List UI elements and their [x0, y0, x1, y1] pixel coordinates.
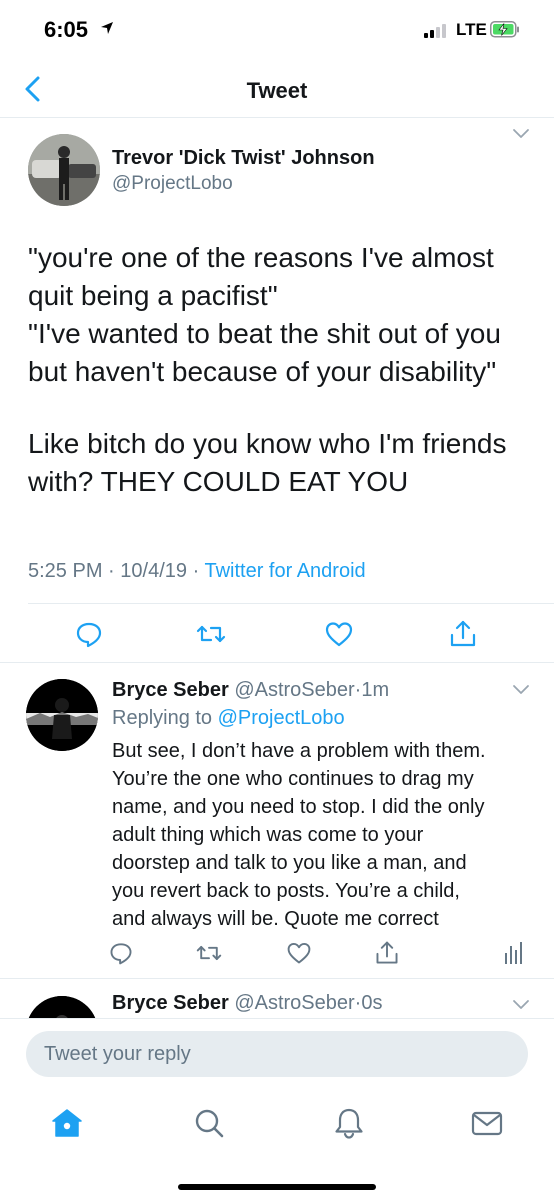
- reply-author-avatar[interactable]: [26, 996, 98, 1018]
- search-icon[interactable]: [192, 1106, 226, 1140]
- tweet-text-line: quit being a pacifist": [28, 280, 278, 311]
- tweet-text-second-paragraph: Like bitch do you know who I'm friends w…: [28, 425, 528, 501]
- reply-text-line: doorstep and talk to you like a man, and: [112, 852, 467, 874]
- envelope-icon[interactable]: [470, 1106, 504, 1140]
- tweet-time: 5:25 PM: [28, 560, 103, 582]
- cellular-signal-icon: [424, 22, 452, 38]
- reply-text-line: name, and you need to stop. I did the on…: [112, 796, 485, 818]
- reply-text-line: But see, I don’t have a problem with the…: [112, 740, 486, 762]
- replying-to-label: Replying to: [112, 707, 213, 729]
- author-avatar[interactable]: [28, 134, 100, 206]
- reply-text-line: adult thing which was come to your: [112, 824, 424, 846]
- reply-tweet[interactable]: Bryce Seber @AstroSeber·1m Replying to @…: [0, 663, 554, 979]
- reply-author-name[interactable]: Bryce Seber: [112, 679, 229, 701]
- reply-text-line: you revert back to posts. You’re a child…: [112, 880, 460, 902]
- chevron-down-icon[interactable]: [512, 683, 530, 695]
- share-icon[interactable]: [374, 940, 400, 966]
- author-handle[interactable]: @ProjectLobo: [112, 173, 233, 195]
- bar-chart-icon[interactable]: [500, 940, 526, 966]
- speech-bubble-icon[interactable]: [74, 619, 104, 649]
- reply-text-line: You’re the one who continues to drag my: [112, 768, 474, 790]
- reply-text-line: and always will be. Quote me correct: [112, 908, 439, 930]
- bell-icon[interactable]: [332, 1106, 366, 1140]
- reply-author-handle[interactable]: @AstroSeber: [234, 679, 354, 701]
- tweet-text-line: "I've wanted to beat the shit out of you: [28, 318, 501, 349]
- reply-tweet[interactable]: Bryce Seber @AstroSeber·0s: [0, 980, 554, 1018]
- main-tweet: Trevor 'Dick Twist' Johnson @ProjectLobo…: [0, 119, 554, 663]
- reply-author-name[interactable]: Bryce Seber: [112, 992, 229, 1014]
- retweet-icon[interactable]: [196, 619, 226, 649]
- page-title: Tweet: [246, 78, 308, 103]
- location-arrow-icon: [101, 22, 113, 34]
- replying-to-link[interactable]: @ProjectLobo: [218, 707, 345, 729]
- meta-separator: ·: [192, 560, 200, 582]
- tweet-text-line: but haven't because of your disability": [28, 356, 497, 387]
- network-type: LTE: [456, 20, 487, 39]
- tweet-text-line: "you're one of the reasons I've almost: [28, 242, 494, 273]
- tweet-text: "you're one of the reasons I've almost q…: [28, 239, 528, 391]
- tweet-text-line: Like bitch do you know who I'm friends: [28, 428, 507, 459]
- speech-bubble-icon[interactable]: [108, 940, 134, 966]
- tab-bar: [0, 1096, 554, 1200]
- meta-separator: ·: [108, 560, 115, 582]
- status-bar: 6:05 LTE: [0, 0, 554, 62]
- chevron-down-icon[interactable]: [512, 127, 530, 139]
- reply-actions: [0, 940, 554, 970]
- reply-header: Bryce Seber @AstroSeber·1m: [112, 679, 389, 702]
- reply-header: Bryce Seber @AstroSeber·0s: [112, 992, 382, 1015]
- replying-to: Replying to @ProjectLobo: [112, 707, 345, 730]
- reply-author-handle[interactable]: @AstroSeber: [234, 992, 354, 1014]
- reply-input[interactable]: [26, 1031, 528, 1077]
- reply-composer: [0, 1018, 554, 1096]
- author-name[interactable]: Trevor 'Dick Twist' Johnson: [112, 147, 375, 170]
- reply-text: But see, I don’t have a problem with the…: [112, 737, 522, 933]
- reply-age: 0s: [361, 992, 383, 1014]
- home-icon[interactable]: [50, 1106, 84, 1140]
- tweet-source-link[interactable]: Twitter for Android: [204, 560, 365, 582]
- tweet-date: 10/4/19: [120, 560, 188, 582]
- status-time: 6:05: [44, 17, 89, 42]
- tweet-timestamp: 5:25 PM · 10/4/19 · Twitter for Android: [28, 560, 366, 583]
- heart-icon[interactable]: [324, 619, 354, 649]
- heart-icon[interactable]: [286, 940, 312, 966]
- battery-charging-icon: [490, 21, 519, 38]
- divider: [28, 603, 554, 604]
- reply-author-avatar[interactable]: [26, 679, 98, 751]
- retweet-icon[interactable]: [196, 940, 222, 966]
- nav-bar: Tweet: [0, 62, 554, 118]
- chevron-down-icon[interactable]: [512, 998, 530, 1010]
- home-indicator[interactable]: [178, 1184, 376, 1190]
- reply-age: 1m: [361, 679, 390, 701]
- tweet-text-line: with? THEY COULD EAT YOU: [28, 466, 409, 497]
- tweet-actions: [0, 619, 554, 649]
- share-icon[interactable]: [448, 619, 478, 649]
